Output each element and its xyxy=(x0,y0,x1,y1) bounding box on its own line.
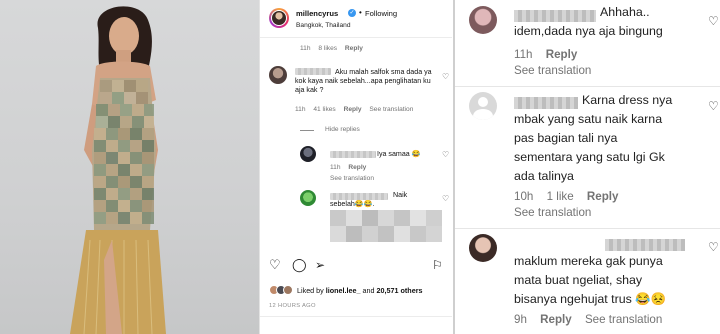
heart-icon[interactable]: ♡ xyxy=(442,150,449,159)
pixelated-censor xyxy=(94,80,154,224)
username[interactable]: millencyrus xyxy=(296,9,338,18)
comment-text-line: sementara yang satu lgi Gk xyxy=(514,150,665,164)
reply-button[interactable]: Reply xyxy=(348,164,366,171)
heart-icon[interactable]: ♡ xyxy=(442,72,449,81)
avatar[interactable] xyxy=(269,8,289,28)
commenter-avatar[interactable] xyxy=(469,92,497,120)
zoomed-comments-panel: Ahhaha.. idem,dada nya aja bingung ♡ 11h… xyxy=(453,0,720,334)
comment-time: 9h xyxy=(514,313,527,326)
post-action-bar: ♡ ◯ ➢ ⚐ xyxy=(260,258,452,280)
blurred-username xyxy=(605,239,685,251)
comment-meta-top: 11h 8 likes Reply xyxy=(300,45,363,52)
reply-text: Naik sebelah😂😂. xyxy=(330,191,408,208)
liker-avatar xyxy=(283,285,293,295)
divider xyxy=(455,228,720,229)
liker-username[interactable]: lionel.lee_ xyxy=(326,286,361,295)
comment-meta: 10h 1 like Reply xyxy=(514,190,618,203)
pixelated-censor xyxy=(330,210,442,242)
reply-button[interactable]: Reply xyxy=(540,313,572,326)
location-link[interactable]: Bangkok, Thailand xyxy=(296,22,351,29)
see-translation-link[interactable]: See translation xyxy=(585,313,662,326)
comment-text-line: Karna dress nya xyxy=(582,93,673,107)
comment-text-line: maklum mereka gak punya xyxy=(514,254,663,268)
heart-icon[interactable]: ♡ xyxy=(269,258,281,272)
see-translation-link[interactable]: See translation xyxy=(369,106,413,113)
bookmark-icon[interactable]: ⚐ xyxy=(432,258,443,272)
comment-text-line: mbak yang satu naik karna xyxy=(514,112,663,126)
heart-icon[interactable]: ♡ xyxy=(708,14,719,28)
comment-meta: 11h Reply xyxy=(514,48,577,61)
blurred-username xyxy=(330,151,376,158)
comment-likes[interactable]: 8 likes xyxy=(318,45,337,52)
post-photo[interactable] xyxy=(0,0,259,334)
comment-likes[interactable]: 41 likes xyxy=(313,106,335,113)
see-translation-link[interactable]: See translation xyxy=(514,206,591,219)
following-button[interactable]: Following xyxy=(365,9,397,18)
post-timestamp: 12 HOURS AGO xyxy=(269,303,316,309)
blurred-username xyxy=(514,10,596,22)
heart-icon[interactable]: ♡ xyxy=(708,240,719,254)
comment-likes[interactable]: 1 like xyxy=(547,190,574,203)
liked-and-label: and xyxy=(362,286,375,295)
hide-replies-button[interactable]: Hide replies xyxy=(325,126,360,133)
avatar-image xyxy=(271,10,287,26)
commenter-avatar[interactable] xyxy=(469,234,497,262)
add-comment-bar[interactable] xyxy=(260,316,452,334)
comment-meta: 9h Reply See translation xyxy=(514,313,672,326)
see-translation-link[interactable]: See translation xyxy=(330,175,374,182)
reply-button[interactable]: Reply xyxy=(345,45,363,52)
divider xyxy=(455,86,720,87)
instagram-post-panel: millencyrus ✓ • Following Bangkok, Thail… xyxy=(259,0,452,334)
reply-button[interactable]: Reply xyxy=(546,48,578,61)
replier-avatar[interactable] xyxy=(300,190,316,206)
reply-button[interactable]: Reply xyxy=(587,190,619,203)
likes-others-link[interactable]: 20,571 others xyxy=(377,286,423,295)
verified-icon: ✓ xyxy=(348,9,356,17)
photo-illustration xyxy=(70,6,166,334)
comment-text: Aku malah salfok sma dada ya kok kaya na… xyxy=(295,68,432,94)
likes-summary: Liked by lionel.lee_ and 20,571 others xyxy=(269,285,449,297)
comment-meta: 11h 41 likes Reply See translation xyxy=(295,106,419,113)
reply-time: 11h xyxy=(330,164,341,171)
separator-dot: • xyxy=(359,8,362,17)
comment-time: 10h xyxy=(514,190,534,203)
comment-icon[interactable]: ◯ xyxy=(292,258,307,272)
comment-time: 11h xyxy=(300,45,311,52)
share-icon[interactable]: ➢ xyxy=(315,258,325,272)
post-header: millencyrus ✓ • Following Bangkok, Thail… xyxy=(260,0,452,38)
commenter-avatar[interactable] xyxy=(469,6,497,34)
comment-time: 11h xyxy=(295,106,306,113)
see-translation-link[interactable]: See translation xyxy=(514,64,591,77)
heart-icon[interactable]: ♡ xyxy=(442,194,449,203)
comment-text-line: pas bagian tali nya xyxy=(514,131,618,145)
reply-text: Iya samaa 😂 xyxy=(377,150,421,158)
liked-by-label: Liked by xyxy=(297,286,324,295)
comment-text-line: idem,dada nya aja bingung xyxy=(514,24,663,38)
replier-avatar[interactable] xyxy=(300,146,316,162)
blurred-username xyxy=(514,97,578,109)
reply-button[interactable]: Reply xyxy=(344,106,362,113)
comment-text-line: Ahhaha.. xyxy=(600,5,650,19)
comment-time: 11h xyxy=(514,48,533,61)
replies-line xyxy=(300,130,314,131)
comment-text-line: bisanya ngehujat trus 😂😣 xyxy=(514,292,667,306)
comment-text-line: ada talinya xyxy=(514,169,574,183)
comment-text-line: mata buat ngeliat, shay xyxy=(514,273,643,287)
reply-meta: 11h Reply xyxy=(330,164,372,171)
commenter-avatar[interactable] xyxy=(269,66,287,84)
heart-icon[interactable]: ♡ xyxy=(708,99,719,113)
